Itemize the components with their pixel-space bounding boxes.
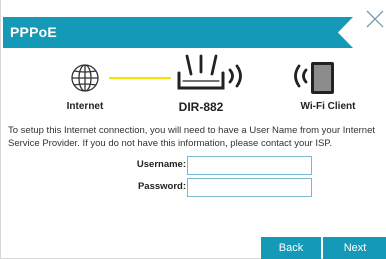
connection-diagram: Internet DIR-882 Wi-Fi Client: [1, 0, 386, 120]
globe-icon: [71, 64, 99, 92]
wifi-waves-icon: [228, 64, 242, 88]
password-input[interactable]: [187, 178, 312, 197]
pppoe-wizard-dialog: PPPoE Internet DIR-882 Wi-Fi Client To s…: [0, 0, 386, 259]
tablet-icon: [311, 62, 334, 94]
setup-description: To setup this Internet connection, you w…: [8, 125, 375, 149]
router-label: DIR-882: [178, 100, 224, 114]
wifi-client-label: Wi-Fi Client: [300, 101, 356, 112]
username-label: Username:: [136, 159, 186, 170]
username-row: Username:: [1, 156, 386, 175]
password-label: Password:: [137, 181, 186, 192]
client-wifi-waves-icon: [294, 64, 308, 88]
password-row: Password:: [1, 178, 386, 197]
internet-label: Internet: [66, 101, 104, 112]
back-button[interactable]: Back: [261, 237, 321, 259]
next-button[interactable]: Next: [323, 237, 386, 259]
username-input[interactable]: [187, 156, 312, 175]
router-icon: [177, 54, 225, 90]
